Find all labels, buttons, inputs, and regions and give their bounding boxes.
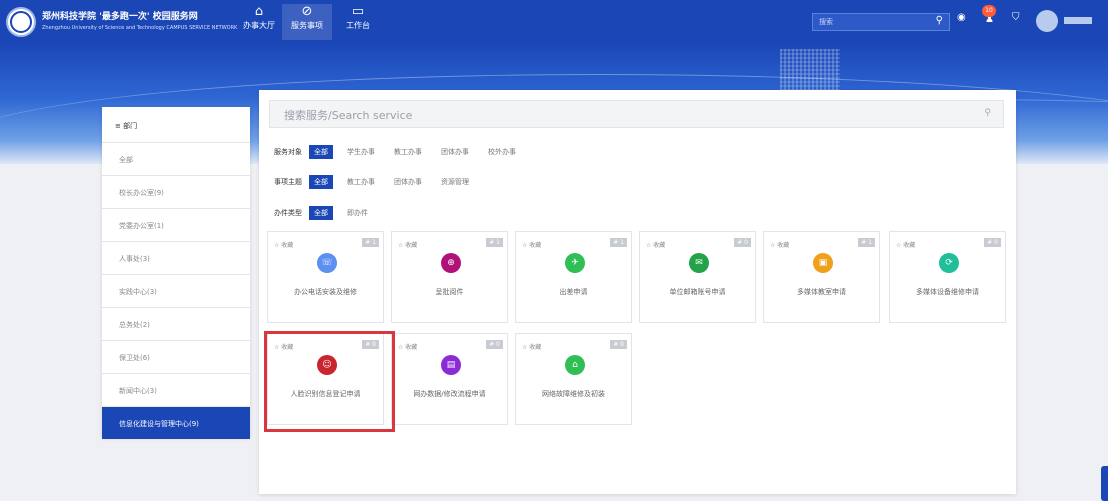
filter-option[interactable]: 全部 <box>309 145 333 159</box>
filter-service-target: 服务对象 全部 学生办事 教工办事 团体办事 校外办事 <box>274 144 530 160</box>
sidebar-item-personnel[interactable]: 人事处(3) <box>102 242 250 275</box>
favorite-button[interactable]: ☆ 收藏 <box>896 240 915 249</box>
filter-option[interactable]: 教工办事 <box>389 145 427 159</box>
repair-icon: ⟳ <box>939 253 959 273</box>
service-name: 办公电话安装及维修 <box>294 288 357 296</box>
sidebar-item-it-center[interactable]: 信息化建设与管理中心(9) <box>102 407 250 440</box>
favorite-button[interactable]: ☆ 收藏 <box>646 240 665 249</box>
sidebar-item-party-office[interactable]: 党委办公室(1) <box>102 209 250 242</box>
mail-icon: ✉ <box>689 253 709 273</box>
screen-icon: ▣ <box>813 253 833 273</box>
filter-option[interactable]: 即办件 <box>342 206 373 220</box>
shield-icon[interactable]: ⛉ <box>1012 12 1020 23</box>
favorite-button[interactable]: ☆ 收藏 <box>770 240 789 249</box>
usage-count: # 1 <box>858 238 875 247</box>
avatar[interactable] <box>1036 10 1058 32</box>
usage-count: # 0 <box>734 238 751 247</box>
service-card[interactable]: ☆ 收藏 # 0 ⌂ 网络故障维修及初装 <box>515 333 632 425</box>
header-search-input[interactable]: 搜索 ⚲ <box>812 13 950 31</box>
service-name: 多媒体设备维修申请 <box>916 288 979 296</box>
filter-option[interactable]: 教工办事 <box>342 175 380 189</box>
usage-count: # 0 <box>610 340 627 349</box>
filter-option[interactable]: 资源管理 <box>436 175 474 189</box>
side-help-tab[interactable] <box>1101 466 1108 501</box>
house-icon: ⌂ <box>565 355 585 375</box>
filter-option[interactable]: 团体办事 <box>389 175 427 189</box>
globe-icon: ⊕ <box>441 253 461 273</box>
filter-option[interactable]: 学生办事 <box>342 145 380 159</box>
phone-icon: ☏ <box>317 253 337 273</box>
service-name: 出差申请 <box>559 288 588 296</box>
service-search-input[interactable]: 搜索服务/Search service ⚲ <box>269 100 1004 128</box>
search-icon[interactable]: ⚲ <box>936 15 943 26</box>
favorite-button[interactable]: ☆ 收藏 <box>398 240 417 249</box>
sidebar-item-general-affairs[interactable]: 总务处(2) <box>102 308 250 341</box>
service-name: 单位邮箱账号申请 <box>669 288 726 296</box>
filter-label: 办件类型 <box>274 209 302 217</box>
filter-label: 事项主题 <box>274 178 302 186</box>
service-card[interactable]: ☆ 收藏 # 1 ⊕ 呈批阅件 <box>391 231 508 323</box>
airplane-icon: ✈ <box>565 253 585 273</box>
sidebar-item-practice-center[interactable]: 实践中心(3) <box>102 275 250 308</box>
service-name: 呈批阅件 <box>435 288 464 296</box>
search-placeholder: 搜索 <box>819 18 833 26</box>
compass-icon: ⊘ <box>301 4 313 19</box>
service-name: 多媒体教室申请 <box>797 288 846 296</box>
nav-services[interactable]: ⊘ 服务事项 <box>282 4 332 40</box>
filter-label: 服务对象 <box>274 148 302 156</box>
sidebar-item-all[interactable]: 全部 <box>102 143 250 176</box>
usage-count: # 1 <box>362 238 379 247</box>
nav-office-hall[interactable]: ⌂ 办事大厅 <box>234 4 284 40</box>
filter-topic: 事项主题 全部 教工办事 团体办事 资源管理 <box>274 174 483 190</box>
status-dot-icon[interactable]: ◉ <box>957 12 966 23</box>
site-title: 郑州科技学院 '最多跑一次' 校园服务网 <box>42 12 198 22</box>
filter-option[interactable]: 团体办事 <box>436 145 474 159</box>
sidebar-item-news-center[interactable]: 新闻中心(3) <box>102 374 250 407</box>
highlight-box <box>264 331 395 432</box>
nav-workbench[interactable]: ▭ 工作台 <box>333 4 383 40</box>
service-card[interactable]: ☆ 收藏 # 1 ▣ 多媒体教室申请 <box>763 231 880 323</box>
service-card[interactable]: ☆ 收藏 # 1 ✈ 出差申请 <box>515 231 632 323</box>
monitor-icon: ▭ <box>351 4 365 19</box>
site-subtitle: Zhengzhou University of Science and Tech… <box>42 25 238 31</box>
home-icon: ⌂ <box>254 4 264 19</box>
search-placeholder: 搜索服务/Search service <box>284 109 413 122</box>
service-panel: 搜索服务/Search service ⚲ 服务对象 全部 学生办事 教工办事 … <box>259 90 1016 494</box>
nav-label: 办事大厅 <box>243 21 275 30</box>
service-card[interactable]: ☆ 收藏 # 0 ⟳ 多媒体设备维修申请 <box>889 231 1006 323</box>
nav-label: 工作台 <box>346 21 370 30</box>
filter-option[interactable]: 校外办事 <box>483 145 521 159</box>
favorite-button[interactable]: ☆ 收藏 <box>522 342 541 351</box>
filter-case-type: 办件类型 全部 即办件 <box>274 205 382 221</box>
usage-count: # 1 <box>610 238 627 247</box>
notification-badge: 10 <box>982 5 996 17</box>
favorite-button[interactable]: ☆ 收藏 <box>398 342 417 351</box>
department-sidebar: ≡ 部门 全部 校长办公室(9) 党委办公室(1) 人事处(3) 实践中心(3)… <box>102 107 250 440</box>
service-card[interactable]: ☆ 收藏 # 1 ☏ 办公电话安装及维修 <box>267 231 384 323</box>
sidebar-item-president-office[interactable]: 校长办公室(9) <box>102 176 250 209</box>
usage-count: # 0 <box>486 340 503 349</box>
nav-label: 服务事项 <box>291 21 323 30</box>
service-name: 网办数据/修改流程申请 <box>413 390 486 398</box>
school-logo-icon[interactable] <box>6 7 36 37</box>
service-name: 网络故障维修及初装 <box>542 390 605 398</box>
service-card[interactable]: ☆ 收藏 # 0 ▤ 网办数据/修改流程申请 <box>391 333 508 425</box>
filter-option[interactable]: 全部 <box>309 175 333 189</box>
document-icon: ▤ <box>441 355 461 375</box>
sidebar-heading: ≡ 部门 <box>102 107 250 143</box>
usage-count: # 0 <box>984 238 1001 247</box>
usage-count: # 1 <box>486 238 503 247</box>
favorite-button[interactable]: ☆ 收藏 <box>522 240 541 249</box>
service-card[interactable]: ☆ 收藏 # 0 ✉ 单位邮箱账号申请 <box>639 231 756 323</box>
search-icon[interactable]: ⚲ <box>984 108 991 118</box>
filter-option[interactable]: 全部 <box>309 206 333 220</box>
username-blurred[interactable] <box>1064 17 1092 24</box>
sidebar-item-security[interactable]: 保卫处(6) <box>102 341 250 374</box>
top-navigation-bar: 郑州科技学院 '最多跑一次' 校园服务网 Zhengzhou Universit… <box>0 0 1108 44</box>
favorite-button[interactable]: ☆ 收藏 <box>274 240 293 249</box>
